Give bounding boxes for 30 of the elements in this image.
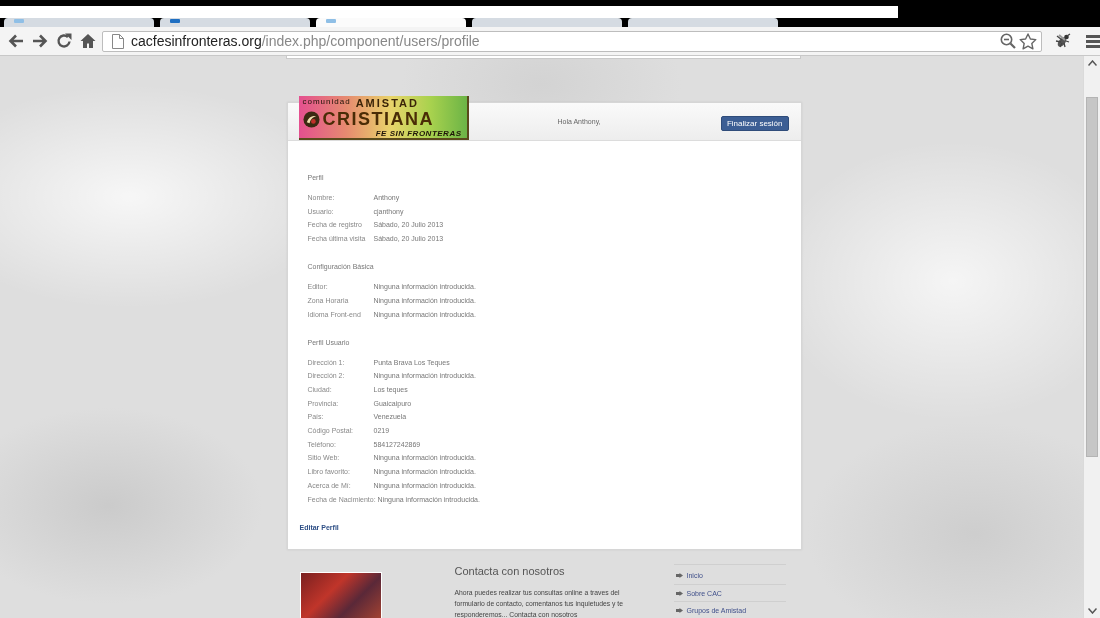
scrollbar-thumb[interactable]	[1086, 97, 1098, 457]
favicon-icon	[14, 19, 24, 23]
logout-button[interactable]: Finalizar sesión	[720, 115, 789, 131]
up-caret-icon[interactable]	[1087, 60, 1097, 66]
scrollbar[interactable]	[1083, 56, 1100, 618]
logo-tagline: FE SIN FRONTERAS	[375, 129, 462, 138]
page-icon	[112, 33, 124, 49]
star-icon[interactable]	[1019, 32, 1037, 50]
zoom-out-icon[interactable]	[1000, 33, 1016, 49]
favicon-icon	[170, 19, 180, 23]
logo-text: comunidad	[302, 97, 351, 106]
url-domain: cacfesinfronteras.org	[131, 33, 262, 49]
reload-icon[interactable]	[56, 33, 72, 49]
home-icon[interactable]	[80, 33, 96, 49]
favicon-icon	[326, 19, 336, 23]
down-caret-icon[interactable]	[1087, 608, 1097, 614]
back-icon[interactable]	[8, 33, 24, 49]
contact-heading: Contacta con nosotros	[454, 564, 566, 580]
bullet-icon	[675, 608, 683, 613]
bullet-icon	[675, 573, 683, 578]
menu-icon[interactable]	[1086, 34, 1100, 48]
logo-title: CRISTIANA	[322, 109, 434, 129]
insect-icon[interactable]	[1054, 32, 1072, 50]
forward-icon[interactable]	[32, 33, 48, 49]
address-bar[interactable]: cacfesinfronteras.org/index.php/component/users/profile	[102, 30, 1042, 52]
logo-title: AMISTAD	[355, 97, 419, 109]
bullet-icon	[675, 590, 683, 596]
url-path: /index.php/component/users/profile	[261, 33, 480, 49]
browser-tab[interactable]	[160, 18, 310, 27]
emblem-icon	[302, 110, 320, 128]
